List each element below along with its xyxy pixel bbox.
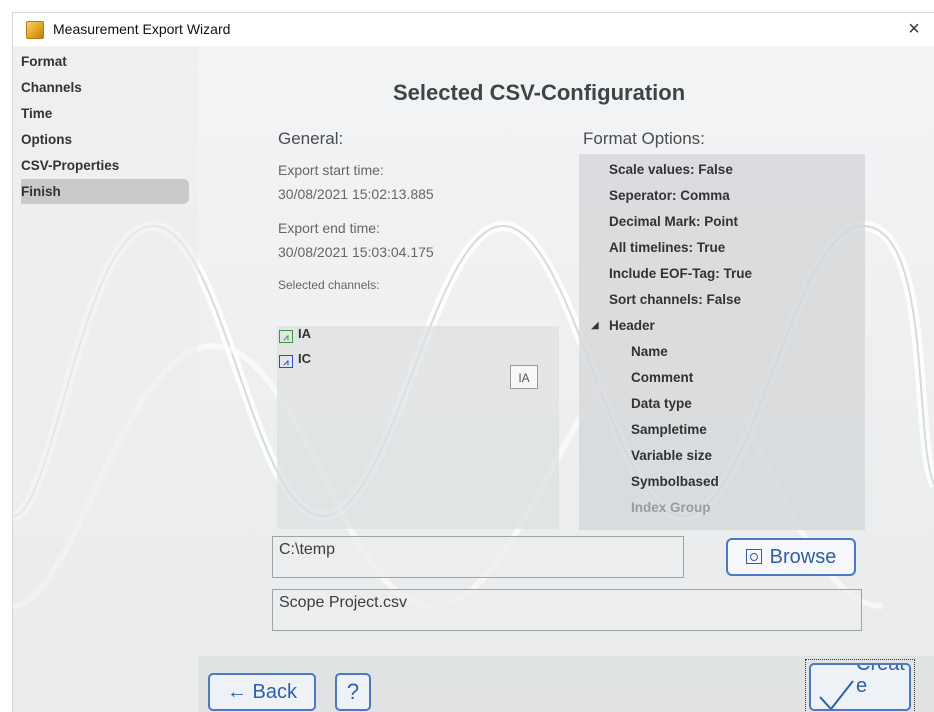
format-option: Scale values: False: [609, 162, 733, 177]
header-child-node: Variable size: [631, 448, 713, 463]
format-option: Seperator: Comma: [609, 188, 730, 203]
export-filename-field[interactable]: Scope Project.csv: [272, 589, 862, 631]
wizard-client: Format Channels Time Options CSV-Propert…: [13, 46, 934, 712]
channel-tooltip-tag: IA: [510, 365, 538, 389]
format-option: Include EOF-Tag: True: [609, 266, 753, 281]
nav-step-options[interactable]: Options: [21, 127, 189, 152]
header-group-node[interactable]: Header: [609, 318, 655, 333]
export-start-label: Export start time:: [278, 162, 384, 178]
channel-item[interactable]: ⩘ IC: [279, 351, 311, 371]
close-button[interactable]: ×: [901, 16, 927, 42]
export-wizard-window: Measurement Export Wizard × Format Chann…: [12, 12, 934, 712]
channel-name: IA: [298, 326, 311, 341]
general-heading: General:: [278, 129, 344, 148]
browse-folder-icon: [745, 549, 762, 564]
nav-step-time[interactable]: Time: [21, 101, 189, 126]
browse-button[interactable]: Browse: [726, 538, 856, 576]
collapse-triangle-icon[interactable]: ◢: [591, 320, 599, 331]
header-child-node: Data type: [631, 396, 692, 411]
nav-step-finish[interactable]: Finish: [21, 179, 189, 204]
header-child-node: Comment: [631, 370, 694, 385]
export-end-label: Export end time:: [278, 220, 380, 236]
channel-name: IC: [298, 351, 311, 366]
title-bar: Measurement Export Wizard ×: [13, 13, 934, 46]
format-option: Decimal Mark: Point: [609, 214, 739, 229]
nav-step-format[interactable]: Format: [21, 49, 189, 74]
create-button[interactable]: Create: [805, 659, 915, 712]
page-title: Selected CSV-Configuration: [393, 80, 686, 105]
back-button[interactable]: ← Back: [208, 673, 316, 711]
export-end-value: 30/08/2021 15:03:04.175: [278, 244, 434, 260]
format-option: All timelines: True: [609, 240, 726, 255]
checkmark-icon: [819, 680, 854, 709]
nav-step-channels[interactable]: Channels: [21, 75, 189, 100]
format-option: Sort channels: False: [609, 292, 742, 307]
channel-signal-icon: ⩘: [279, 330, 293, 343]
export-folder-field[interactable]: C:\temp: [272, 536, 684, 578]
header-child-node: Sampletime: [631, 422, 707, 437]
nav-step-csv-properties[interactable]: CSV-Properties: [21, 153, 189, 178]
channel-signal-icon: ⩘: [279, 355, 293, 368]
browse-label: Browse: [769, 546, 837, 568]
app-icon: [26, 21, 44, 39]
export-start-value: 30/08/2021 15:02:13.885: [278, 186, 434, 202]
create-label: Create: [856, 663, 905, 697]
create-button-face: Create: [809, 663, 911, 711]
window-title: Measurement Export Wizard: [53, 21, 231, 37]
help-button[interactable]: ?: [335, 673, 371, 711]
header-child-node: Index Group: [631, 500, 711, 515]
format-options-tree[interactable]: Scale values: False Seperator: Comma Dec…: [579, 154, 865, 530]
channel-item[interactable]: ⩘ IA: [279, 326, 311, 346]
wizard-step-nav: Format Channels Time Options CSV-Propert…: [13, 46, 198, 712]
header-child-node: Name: [631, 344, 668, 359]
header-child-node: Symbolbased: [631, 474, 719, 489]
format-options-heading: Format Options:: [583, 129, 705, 148]
selected-channels-label: Selected channels:: [278, 278, 380, 292]
selected-channels-list: ⩘ IA ⩘ IC: [277, 326, 559, 529]
